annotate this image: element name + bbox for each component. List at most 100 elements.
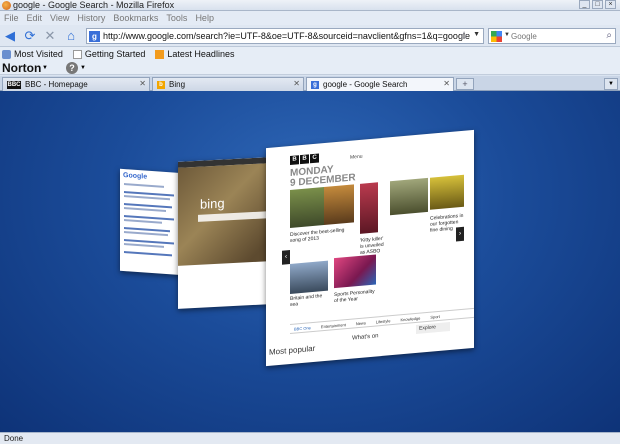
- news-image: [334, 254, 376, 289]
- navigation-toolbar: ◀ ⟳ ✕ ⌂ g http://www.google.com/search?i…: [0, 25, 620, 47]
- close-tab-icon[interactable]: ✕: [139, 79, 146, 88]
- norton-toolbar: Norton ▼ ? ▼: [0, 61, 620, 75]
- status-bar: Done: [0, 432, 620, 444]
- back-icon[interactable]: ◀: [2, 28, 18, 44]
- firefox-logo-icon: [2, 1, 11, 10]
- address-bar[interactable]: g http://www.google.com/search?ie=UTF-8&…: [86, 28, 484, 44]
- bbc-tab-preview[interactable]: B B C Menu MONDAY 9 DECEMBER Discover th…: [266, 129, 474, 367]
- result-line: [124, 243, 164, 248]
- section-tab: Lifestyle: [375, 317, 391, 324]
- window-controls: _ □ ×: [579, 0, 616, 9]
- bbc-logo-letter: B: [290, 155, 299, 165]
- carousel-next-icon[interactable]: ›: [456, 226, 464, 242]
- maximize-button[interactable]: □: [592, 0, 603, 9]
- reload-icon[interactable]: ⟳: [22, 28, 38, 44]
- news-image: [360, 182, 378, 234]
- news-image: [324, 184, 354, 226]
- section-tab: Entertainment: [320, 321, 346, 329]
- menu-file[interactable]: File: [4, 13, 19, 23]
- bookmark-most-visited[interactable]: Most Visited: [2, 49, 63, 59]
- help-icon[interactable]: ?: [66, 62, 78, 74]
- history-dropdown-icon[interactable]: ▼: [473, 31, 480, 38]
- search-input[interactable]: [511, 30, 599, 42]
- menu-bookmarks[interactable]: Bookmarks: [113, 13, 158, 23]
- search-engine-icon[interactable]: [491, 31, 502, 42]
- tab-strip: BBC BBC - Homepage ✕ b Bing ✕ g google -…: [0, 76, 620, 91]
- result-line: [124, 231, 168, 237]
- bookmark-getting-started[interactable]: Getting Started: [72, 49, 146, 59]
- news-caption: 'Kitty killer' is unveiled as ASBO: [360, 235, 384, 256]
- title-bar: google - Google Search - Mozilla Firefox…: [0, 0, 620, 11]
- news-image: [290, 260, 328, 294]
- site-identity-icon[interactable]: g: [89, 31, 100, 42]
- close-window-button[interactable]: ×: [605, 0, 616, 9]
- bookmarks-toolbar: Most Visited Getting Started Latest Head…: [0, 47, 620, 61]
- news-caption: Discover the best-selling song of 2013: [290, 227, 345, 244]
- bookmark-label: Getting Started: [84, 49, 146, 59]
- bbc-logo-letter: C: [310, 153, 319, 164]
- whats-on-heading: What's on: [352, 333, 379, 342]
- minimize-button[interactable]: _: [579, 0, 590, 9]
- close-tab-icon[interactable]: ✕: [443, 79, 450, 88]
- stop-icon[interactable]: ✕: [42, 28, 58, 44]
- google-tab-preview[interactable]: Google: [120, 168, 184, 276]
- news-image: [430, 174, 464, 210]
- search-box[interactable]: ▼ ⌕: [488, 28, 616, 44]
- norton-dropdown-icon[interactable]: ▼: [42, 65, 48, 71]
- help-dropdown-icon[interactable]: ▼: [80, 65, 86, 71]
- window-title: google - Google Search - Mozilla Firefox: [13, 0, 175, 10]
- section-tab: News: [355, 319, 366, 326]
- news-image: [390, 177, 428, 216]
- bookmark-star-icon[interactable]: ☆: [459, 29, 469, 42]
- menu-tools[interactable]: Tools: [166, 13, 187, 23]
- carousel-prev-icon[interactable]: ‹: [282, 249, 290, 265]
- tab-bing[interactable]: b Bing ✕: [152, 77, 304, 91]
- bookmark-latest-headlines[interactable]: Latest Headlines: [155, 49, 234, 59]
- bbc-logo-letter: B: [300, 154, 309, 165]
- most-popular-heading: Most popular: [269, 343, 316, 357]
- bbc-favicon-icon: BBC: [7, 80, 21, 89]
- tab-list-dropdown-icon[interactable]: ▼: [604, 78, 618, 90]
- news-image: [290, 187, 324, 228]
- news-caption: Sports Personality of the Year: [334, 288, 375, 305]
- bookmark-star-icon: [2, 49, 11, 59]
- bbc-logo: B B C: [290, 153, 319, 165]
- bing-logo: bing: [200, 195, 225, 212]
- search-icon[interactable]: ⌕: [606, 30, 612, 41]
- tab-label: google - Google Search: [323, 80, 408, 89]
- bing-favicon-icon: b: [157, 80, 165, 89]
- tab-google-search[interactable]: g google - Google Search ✕: [306, 77, 454, 91]
- news-caption: Britain and the sea: [290, 293, 323, 308]
- section-tab: Sport: [430, 313, 440, 320]
- tab-bbc-homepage[interactable]: BBC BBC - Homepage ✕: [2, 77, 150, 91]
- norton-logo[interactable]: Norton: [2, 61, 41, 75]
- bookmark-label: Most Visited: [14, 49, 63, 59]
- bbc-menu-label: Menu: [350, 153, 363, 161]
- new-tab-button[interactable]: +: [456, 78, 474, 90]
- google-favicon-icon: g: [311, 80, 319, 89]
- result-line: [124, 207, 166, 212]
- tab-label: Bing: [169, 80, 186, 89]
- result-line: [124, 219, 162, 224]
- close-tab-icon[interactable]: ✕: [293, 79, 300, 88]
- explore-button: Explore: [416, 322, 450, 334]
- section-tab: BBC One: [294, 324, 311, 332]
- menu-edit[interactable]: Edit: [27, 13, 43, 23]
- menu-view[interactable]: View: [50, 13, 69, 23]
- engine-dropdown-icon[interactable]: ▼: [504, 32, 510, 38]
- bookmark-label: Latest Headlines: [167, 49, 235, 59]
- menu-help[interactable]: Help: [195, 13, 214, 23]
- result-line: [124, 183, 164, 188]
- home-icon[interactable]: ⌂: [63, 28, 79, 44]
- menu-history[interactable]: History: [77, 13, 105, 23]
- result-line: [124, 251, 172, 257]
- tab-label: BBC - Homepage: [25, 80, 88, 89]
- url-text[interactable]: http://www.google.com/search?ie=UTF-8&oe…: [103, 30, 470, 43]
- rss-feed-icon: [155, 49, 165, 59]
- menu-bar: File Edit View History Bookmarks Tools H…: [0, 11, 620, 25]
- status-text: Done: [4, 434, 24, 443]
- page-icon: [72, 49, 82, 59]
- google-logo: Google: [123, 171, 148, 181]
- tab-preview-area: Google bing B B C Menu MONDAY 9 DECEMBER: [0, 91, 620, 432]
- section-tab: Knowledge: [400, 315, 421, 322]
